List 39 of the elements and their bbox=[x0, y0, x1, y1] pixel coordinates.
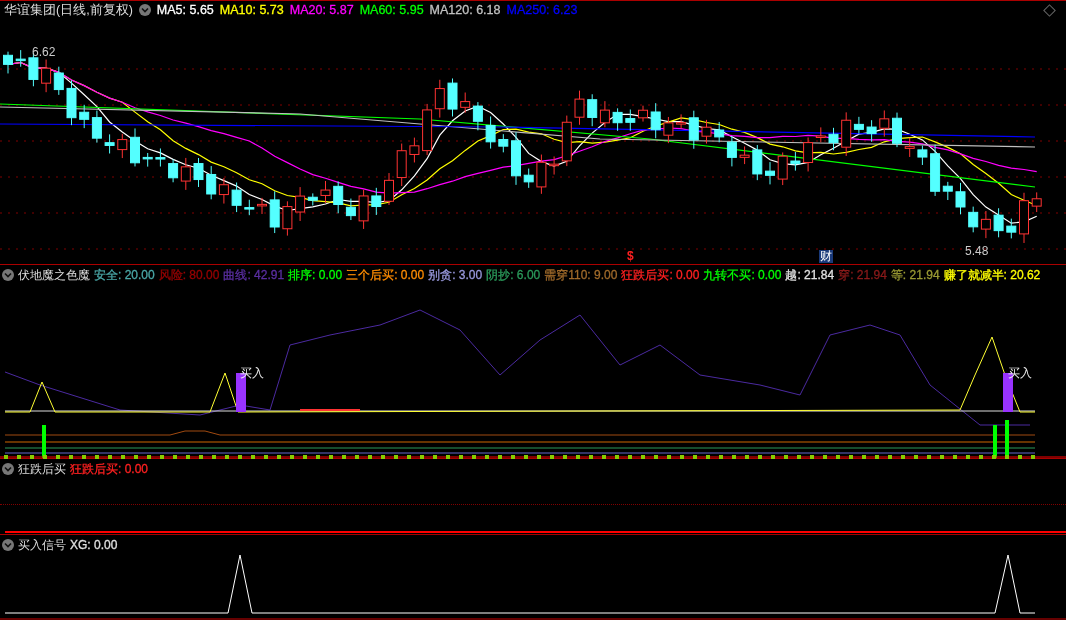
indicator-value: 排序: 0.00 bbox=[288, 266, 343, 284]
indicator-value: 安全: 20.00 bbox=[94, 266, 155, 284]
indicator-value: 风险: 80.00 bbox=[158, 266, 220, 284]
ma-value: MA60: 5.95 bbox=[359, 3, 424, 18]
indicator-title: 买入信号 bbox=[18, 536, 66, 554]
ma-value: MA10: 5.73 bbox=[219, 3, 284, 18]
dropdown-icon[interactable] bbox=[2, 463, 14, 476]
indicator-value: 越: 21.84 bbox=[785, 266, 835, 284]
indicator-value: 三个后买: 0.00 bbox=[346, 266, 425, 284]
indicator-value: 曲线: 42.91 bbox=[223, 266, 285, 284]
dropdown-icon[interactable] bbox=[138, 4, 151, 17]
event-marker[interactable]: 财 bbox=[819, 250, 833, 264]
signal-bar bbox=[42, 425, 46, 459]
indicator-value: 狂跌后买: 0.00 bbox=[621, 266, 700, 284]
buy-signal-label: 买入 bbox=[1008, 365, 1032, 383]
indicator-value: 等: 21.94 bbox=[890, 266, 940, 284]
high-price-label: 6.62 bbox=[32, 45, 56, 60]
ma-value: MA120: 6.18 bbox=[429, 3, 501, 18]
buy-signal-label: 买入 bbox=[240, 365, 264, 383]
indicator-value: 狂跌后买: 0.00 bbox=[70, 460, 149, 478]
indicator-value: 需穿110: 9.00 bbox=[544, 266, 618, 284]
ma-value: MA5: 5.65 bbox=[156, 3, 214, 18]
ma-value: MA20: 5.87 bbox=[289, 3, 354, 18]
indicator-value: 别贪: 3.00 bbox=[428, 266, 483, 284]
risk-line-segment bbox=[299, 409, 361, 412]
signal-bar bbox=[993, 425, 997, 459]
indicator-value: 穿: 21.94 bbox=[838, 266, 887, 284]
indicator-title: 伏地魔之色魔 bbox=[18, 266, 90, 284]
indicator-value: 阴抄: 6.00 bbox=[486, 266, 541, 284]
dropdown-icon[interactable] bbox=[2, 539, 14, 551]
ma-value: MA250: 6.23 bbox=[506, 3, 578, 18]
indicator-value: 赚了就减半: 20.62 bbox=[943, 266, 1041, 284]
indicator-value: XG: 0.00 bbox=[70, 538, 118, 552]
stock-title: 华谊集团(日线,前复权) bbox=[4, 1, 133, 19]
event-marker[interactable]: $ bbox=[626, 250, 635, 264]
dropdown-icon[interactable] bbox=[2, 269, 14, 282]
indicator-value: 九转不买: 0.00 bbox=[703, 266, 782, 284]
indicator-title: 狂跌后买 bbox=[18, 460, 66, 478]
low-price-label: 5.48 bbox=[965, 244, 989, 259]
